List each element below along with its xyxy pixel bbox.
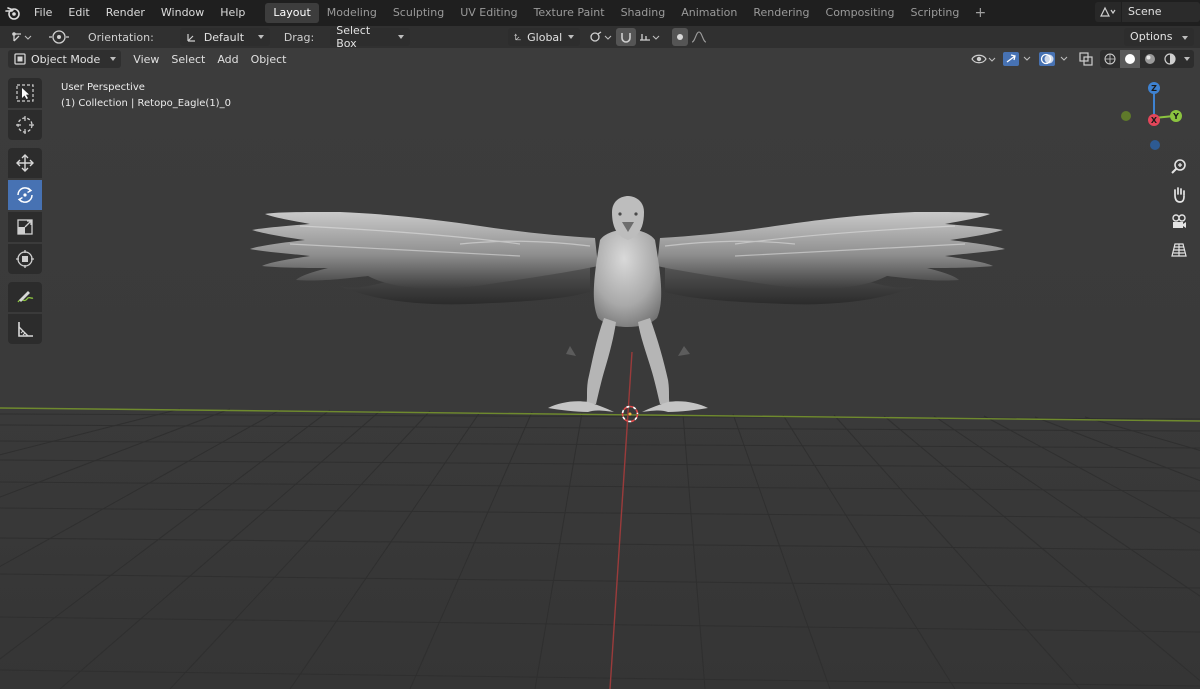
viewport-canvas <box>0 48 1200 689</box>
eagle-eye-left <box>618 212 622 216</box>
tab-texture-paint[interactable]: Texture Paint <box>526 3 613 23</box>
blender-logo-icon[interactable] <box>0 0 26 26</box>
orientation-label: Orientation: <box>88 30 154 44</box>
annotate-tool-icon[interactable] <box>8 282 42 312</box>
menu-edit[interactable]: Edit <box>60 2 97 24</box>
scale-tool-icon[interactable] <box>8 212 42 242</box>
workspace-tabs: Layout Modeling Sculpting UV Editing Tex… <box>265 2 989 24</box>
visibility-icon[interactable] <box>968 50 998 68</box>
scene-name-field[interactable]: Scene <box>1122 2 1200 22</box>
drag-label: Drag: <box>283 30 315 44</box>
gizmo-x-label: X <box>1151 116 1158 125</box>
pivot-point-icon[interactable] <box>586 28 616 46</box>
collection-info: (1) Collection | Retopo_Eagle(1)_0 <box>61 98 231 109</box>
transform-tool-icon[interactable] <box>8 244 42 274</box>
object-mode-icon <box>14 53 26 65</box>
solid-shading-icon[interactable] <box>1120 50 1140 68</box>
tab-shading[interactable]: Shading <box>613 3 674 23</box>
measure-tool-icon[interactable] <box>8 314 42 344</box>
menu-render[interactable]: Render <box>98 2 153 24</box>
tool-settings-header: Orientation: Default Drag: Select Box Gl… <box>0 24 1200 50</box>
select-box-tool-icon[interactable] <box>8 78 42 108</box>
add-menu[interactable]: Add <box>211 53 244 66</box>
plus-icon[interactable]: + <box>971 4 989 22</box>
rendered-shading-icon[interactable] <box>1160 50 1180 68</box>
chevron-down-icon <box>257 35 264 39</box>
orientation-dropdown[interactable]: Default <box>179 28 270 46</box>
snap-icon[interactable] <box>616 28 637 46</box>
tab-modeling[interactable]: Modeling <box>319 3 385 23</box>
viewport-header: Object Mode View Select Add Object <box>0 48 1200 70</box>
eagle-eye-right <box>634 212 638 216</box>
pan-hand-icon[interactable] <box>1166 181 1192 207</box>
shading-options-chevron-icon[interactable] <box>1180 50 1194 68</box>
cursor-tool-icon[interactable] <box>8 110 42 140</box>
gizmo-neg-y-axis[interactable] <box>1121 111 1131 121</box>
chevron-down-icon <box>110 57 117 61</box>
tab-compositing[interactable]: Compositing <box>818 3 903 23</box>
view-menu[interactable]: View <box>127 53 165 66</box>
shading-mode-group <box>1100 50 1194 68</box>
select-menu[interactable]: Select <box>165 53 211 66</box>
tab-sculpting[interactable]: Sculpting <box>385 3 452 23</box>
3d-viewport[interactable] <box>0 48 1200 689</box>
transform-pivot-icon[interactable] <box>8 28 36 46</box>
gizmo-y-label: Y <box>1172 112 1179 121</box>
scene-selector: Scene <box>1095 2 1200 22</box>
options-label: Options <box>1130 30 1173 43</box>
orientation-value: Default <box>203 30 245 44</box>
chevron-down-icon <box>1182 36 1188 40</box>
object-mode-label: Object Mode <box>31 52 101 66</box>
scene-icon[interactable] <box>1095 2 1121 22</box>
viewport-header-right <box>968 50 1194 68</box>
tool-shelf <box>8 78 44 346</box>
menu-file[interactable]: File <box>26 2 60 24</box>
camera-view-icon[interactable] <box>1166 209 1192 235</box>
gizmo-toggle-icon[interactable] <box>1000 50 1034 68</box>
object-mode-dropdown[interactable]: Object Mode <box>8 50 122 68</box>
tab-scripting[interactable]: Scripting <box>902 3 967 23</box>
viewport-info-overlay: User Perspective (1) Collection | Retopo… <box>61 80 231 112</box>
eagle-body <box>593 229 662 327</box>
transform-orientation-value: Global <box>527 30 563 44</box>
falloff-curve-icon[interactable] <box>688 28 712 46</box>
object-menu[interactable]: Object <box>245 53 293 66</box>
transform-orientation-dropdown[interactable]: Global <box>508 28 581 46</box>
navigation-gizmo[interactable]: Z Y X <box>1110 78 1190 154</box>
move-tool-icon[interactable] <box>8 148 42 178</box>
drag-value: Select Box <box>336 24 371 50</box>
tab-rendering[interactable]: Rendering <box>745 3 817 23</box>
proportional-edit-icon[interactable] <box>672 28 689 46</box>
orientation-axes-icon <box>187 34 195 42</box>
overlays-icon[interactable] <box>1036 50 1072 68</box>
menu-window[interactable]: Window <box>153 2 212 24</box>
material-shading-icon[interactable] <box>1140 50 1160 68</box>
options-button[interactable]: Options <box>1124 28 1194 46</box>
drag-dropdown[interactable]: Select Box <box>330 24 411 50</box>
gizmo-neg-z-axis[interactable] <box>1150 140 1160 150</box>
orientation-gizmo-icon[interactable] <box>44 28 74 46</box>
view-name: User Perspective <box>61 82 145 93</box>
zoom-icon[interactable] <box>1166 153 1192 179</box>
rotate-tool-icon[interactable] <box>8 180 42 210</box>
tab-animation[interactable]: Animation <box>673 3 745 23</box>
chevron-down-icon <box>568 35 575 39</box>
wireframe-shading-icon[interactable] <box>1100 50 1120 68</box>
top-menu-bar: File Edit Render Window Help Layout Mode… <box>0 0 1200 26</box>
xray-icon[interactable] <box>1074 50 1098 68</box>
tab-uv-editing[interactable]: UV Editing <box>452 3 525 23</box>
chevron-down-icon <box>398 35 405 39</box>
snap-target-icon[interactable] <box>636 28 664 46</box>
tab-layout[interactable]: Layout <box>265 3 319 23</box>
global-axes-icon <box>514 33 522 41</box>
perspective-grid-icon[interactable] <box>1166 237 1192 263</box>
gizmo-z-label: Z <box>1151 84 1157 93</box>
menu-help[interactable]: Help <box>212 2 253 24</box>
